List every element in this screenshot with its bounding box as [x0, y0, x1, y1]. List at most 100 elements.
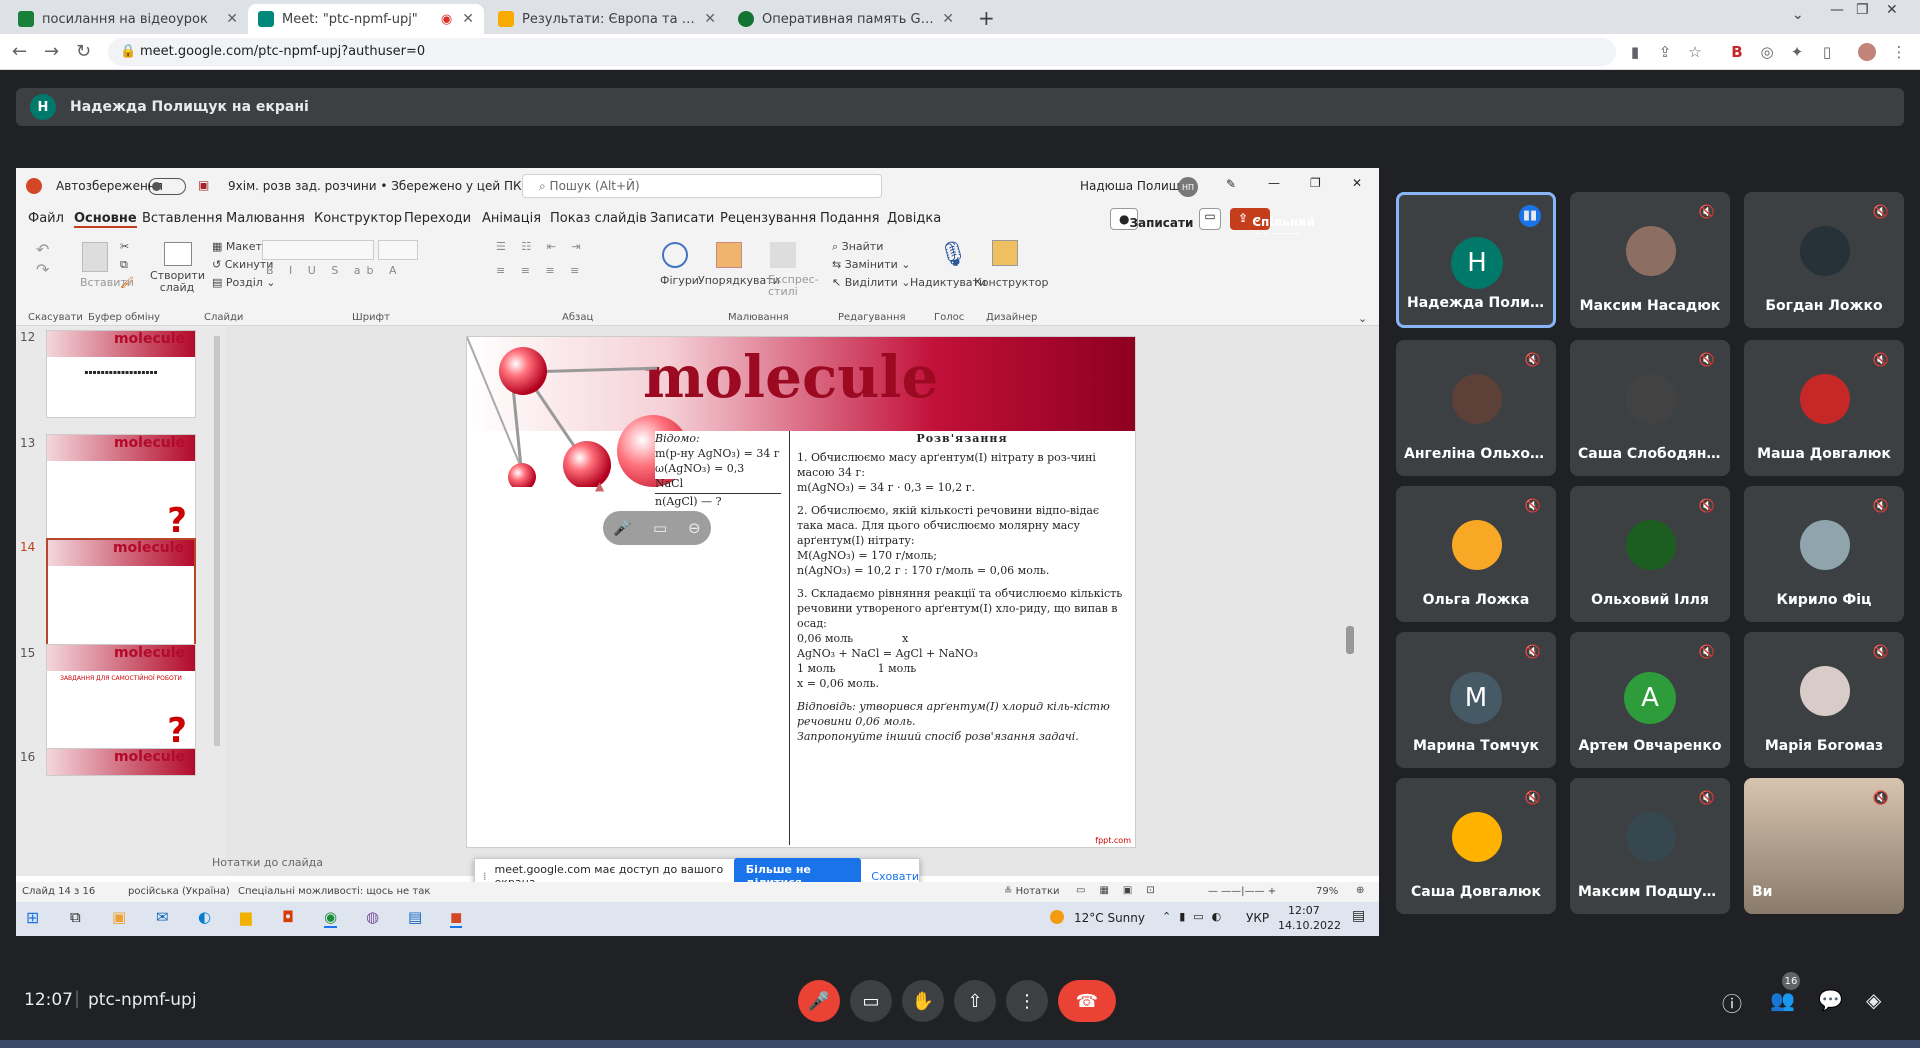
microphone-icon[interactable]: 🎙 — [938, 240, 968, 268]
shapes-icon[interactable] — [662, 242, 688, 268]
ppt-close-icon[interactable]: ✕ — [1352, 176, 1362, 190]
participant-tile[interactable]: 🔇 Кирило Фіц — [1744, 486, 1904, 622]
designer-icon[interactable] — [992, 240, 1018, 266]
store-icon[interactable]: ▤ — [408, 908, 422, 926]
present-button[interactable]: ⇧ — [954, 980, 996, 1022]
more-options-button[interactable]: ⋮ — [1006, 980, 1048, 1022]
participant-tile[interactable]: 🔇 Ангеліна Ольхова — [1396, 340, 1556, 476]
close-tab-icon[interactable]: ✕ — [942, 11, 954, 27]
self-view-tile[interactable]: 🔇 Ви — [1744, 778, 1904, 914]
tab-insert[interactable]: Вставлення — [142, 211, 222, 226]
undo-icon[interactable]: ↶ — [36, 240, 49, 259]
format-painter-icon[interactable]: 🖌 — [120, 276, 134, 289]
reload-icon[interactable]: ↻ — [76, 41, 91, 62]
tray-icons[interactable]: ⌃▮▭◐ — [1162, 910, 1229, 923]
people-icon[interactable]: 👥 — [1770, 988, 1795, 1012]
participant-tile[interactable]: 🔇 Марія Богомаз — [1744, 632, 1904, 768]
participant-tile[interactable]: Н ▮▮ Надежда Полищ... — [1396, 192, 1556, 328]
leave-call-button[interactable]: ☎ — [1058, 980, 1116, 1022]
copy-icon[interactable]: ⧉ — [120, 258, 128, 272]
mic-toggle-button[interactable]: 🎤 — [798, 980, 840, 1022]
thumbs-scrollbar[interactable] — [214, 336, 220, 746]
hide-notice-button[interactable]: Сховати — [871, 870, 919, 883]
record-button[interactable]: ● Записати — [1110, 208, 1193, 230]
share-button[interactable]: ⇪ Спільний доступ ⌄ — [1230, 208, 1315, 243]
save-icon[interactable]: ▣ — [198, 178, 209, 192]
url-input[interactable]: 🔒 meet.google.com/ptc-npmf-upj?authuser=… — [108, 38, 1616, 66]
tab-transitions[interactable]: Переходи — [404, 211, 471, 226]
raise-hand-button[interactable]: ✋ — [902, 980, 944, 1022]
minimize-icon[interactable]: — — [1830, 2, 1844, 18]
tab-search-icon[interactable]: ⌄ — [1792, 7, 1804, 23]
participant-tile[interactable]: 🔇 Ольга Ложка — [1396, 486, 1556, 622]
comments-icon[interactable]: ▭ — [1199, 208, 1221, 230]
participant-tile[interactable]: A 🔇 Артем Овчаренко — [1570, 632, 1730, 768]
notifications-icon[interactable]: ▤ — [1352, 908, 1365, 924]
select-button[interactable]: ↖ Виділити ⌄ — [832, 276, 911, 289]
minimize-controls-icon[interactable]: ⊖ — [688, 519, 701, 537]
replace-button[interactable]: ⇆ Замінити ⌄ — [832, 258, 910, 271]
tab-view[interactable]: Подання — [820, 211, 880, 226]
notes-button[interactable]: ≗ Нотатки — [1004, 886, 1060, 897]
tab-file[interactable]: Файл — [28, 211, 64, 226]
meeting-info-icon[interactable]: ⓘ — [1722, 988, 1742, 1017]
tab-slideshow[interactable]: Показ слайдів — [550, 211, 647, 226]
quick-styles-icon[interactable] — [770, 242, 796, 268]
tab-home[interactable]: Основне — [74, 211, 137, 228]
autosave-toggle[interactable] — [148, 178, 186, 195]
section-button[interactable]: ▤ Розділ ⌄ — [212, 276, 276, 289]
chrome-icon[interactable]: ◉ — [324, 908, 338, 928]
font-size-select[interactable] — [378, 240, 418, 260]
participant-tile[interactable]: 🔇 Ольховий Ілля — [1570, 486, 1730, 622]
drag-handle-icon[interactable]: ⁞ — [483, 870, 487, 883]
slide-thumbnail-13[interactable]: molecule? — [46, 434, 196, 546]
redo-icon[interactable]: ↷ — [36, 260, 49, 279]
view-buttons[interactable]: ▭▦▣⊡ — [1076, 885, 1169, 896]
side-panel-icon[interactable]: ▯ — [1818, 43, 1836, 61]
tab-help[interactable]: Довідка — [887, 211, 941, 226]
slide-thumbnail-14-selected[interactable]: molecule — [46, 538, 196, 650]
close-tab-icon[interactable]: ✕ — [226, 11, 238, 27]
explorer-icon[interactable]: ▆ — [240, 908, 252, 926]
find-button[interactable]: ⌕ Знайти — [832, 240, 883, 254]
start-icon[interactable]: ⊞ — [26, 908, 39, 927]
file-name[interactable]: 9хім. розв зад. розчини • Збережено у це… — [228, 179, 535, 193]
notes-placeholder[interactable]: Нотатки до слайда — [212, 856, 323, 869]
close-window-icon[interactable]: ✕ — [1886, 2, 1898, 18]
slide-thumbnail-16[interactable]: molecule — [46, 748, 196, 776]
powerpoint-taskbar-icon[interactable]: ◼ — [450, 908, 463, 928]
browser-tab[interactable]: посилання на відеоурок ✕ — [8, 4, 248, 34]
back-icon[interactable]: ← — [12, 41, 27, 62]
align-icons[interactable]: ≡ ≡ ≡ ≡ — [496, 264, 585, 277]
participant-tile[interactable]: 🔇 Богдан Ложко — [1744, 192, 1904, 328]
forward-icon[interactable]: → — [44, 41, 59, 62]
pen-icon[interactable]: ✎ — [1226, 177, 1236, 191]
paste-icon[interactable] — [82, 242, 108, 272]
camera-blocked-icon[interactable]: ▮ — [1626, 43, 1644, 61]
extension-b-icon[interactable]: B — [1728, 43, 1746, 61]
viber-icon[interactable]: ◍ — [366, 908, 379, 926]
cut-icon[interactable]: ✂ — [120, 240, 129, 253]
slide-thumbnail-12[interactable]: molecule ▪▪▪▪▪▪▪▪▪▪▪▪▪▪▪▪▪▪ — [46, 330, 196, 418]
slide-thumbnail-15[interactable]: molecule ЗАВДАННЯ ДЛЯ САМОСТІЙНОЇ РОБОТИ? — [46, 644, 196, 756]
participant-tile[interactable]: M 🔇 Марина Томчук — [1396, 632, 1556, 768]
tab-record[interactable]: Записати — [650, 211, 714, 226]
mic-off-icon[interactable]: 🎤 — [613, 519, 632, 537]
bookmark-star-icon[interactable]: ☆ — [1686, 43, 1704, 61]
extensions-puzzle-icon[interactable]: ✦ — [1788, 43, 1806, 61]
participant-tile[interactable]: 🔇 Саша Слободяник — [1570, 340, 1730, 476]
ppt-restore-icon[interactable]: ❐ — [1310, 176, 1321, 190]
font-family-select[interactable] — [262, 240, 374, 260]
task-view-icon[interactable]: ⧉ — [70, 908, 81, 926]
font-format-icons[interactable]: B I U S ab A — [266, 264, 403, 277]
arrange-icon[interactable] — [716, 242, 742, 268]
participant-tile[interactable]: 🔇 Максим Насадюк — [1570, 192, 1730, 328]
ppt-minimize-icon[interactable]: — — [1268, 176, 1280, 190]
close-tab-icon[interactable]: ✕ — [462, 11, 474, 27]
canvas-scrollbar[interactable] — [1344, 326, 1356, 866]
participant-tile[interactable]: 🔇 Саша Довгалюк — [1396, 778, 1556, 914]
chat-icon[interactable]: 💬 — [1818, 988, 1843, 1012]
restore-icon[interactable]: ❐ — [1856, 2, 1869, 18]
tab-animations[interactable]: Анімація — [482, 211, 541, 226]
browser-tab[interactable]: Оперативная память Golden Me ✕ — [728, 4, 964, 34]
